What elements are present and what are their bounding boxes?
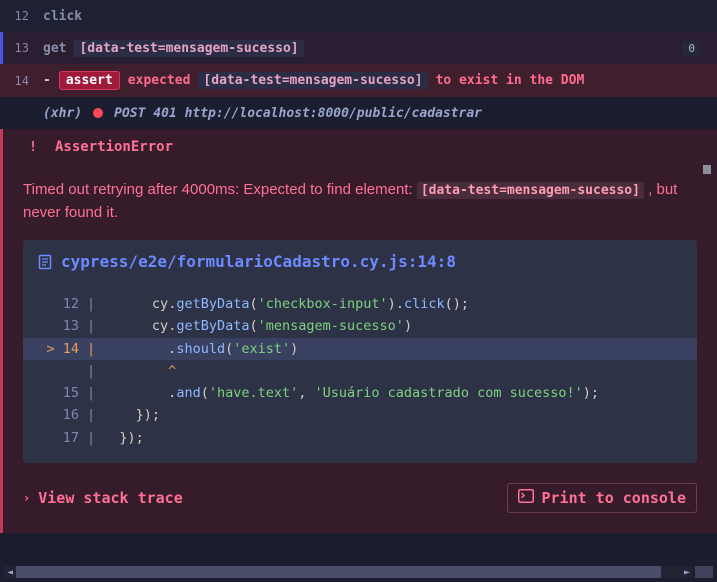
code-line-number: > 14 (37, 338, 85, 360)
selector-pill: [data-test=mensagem-sucesso] (74, 40, 303, 57)
code-line-number: 17 (37, 427, 85, 449)
code-line-number: 15 (37, 382, 85, 404)
code-row: 16| }); (37, 404, 683, 426)
code-line-content: .and('have.text', 'Usuário cadastrado co… (103, 382, 599, 404)
code-line-content: cy.getByData('checkbox-input').click(); (103, 293, 469, 315)
line-number: 13 (3, 41, 43, 55)
code-row: 13| cy.getByData('mensagem-sucesso') (37, 315, 683, 337)
code-line-content: cy.getByData('mensagem-sucesso') (103, 315, 412, 337)
file-path: cypress/e2e/formularioCadastro.cy.js:14:… (61, 252, 456, 271)
error-message: Timed out retrying after 4000ms: Expecte… (23, 179, 697, 224)
log-line-assert[interactable]: 14 - assert expected [data-test=mensagem… (0, 64, 717, 97)
scrollbar-top-indicator[interactable] (703, 165, 711, 174)
code-line-content: }); (103, 404, 160, 426)
log-line-xhr[interactable]: (xhr) POST 401 http://localhost:8000/pub… (0, 97, 717, 129)
code-line-content: ^ (103, 360, 176, 382)
code-line-number (37, 360, 85, 382)
error-actions: › View stack trace Print to console (23, 483, 697, 513)
log-line-click[interactable]: 12 click (0, 0, 717, 32)
code-line-content: }); (103, 427, 144, 449)
code-line-number: 13 (37, 315, 85, 337)
result-count-badge: 0 (682, 41, 701, 56)
dash: - (43, 73, 51, 88)
terminal-icon (518, 489, 534, 507)
code-line-number: 16 (37, 404, 85, 426)
code-body: 12| cy.getByData('checkbox-input').click… (23, 283, 697, 463)
assertion-tail: to exist in the DOM (436, 73, 585, 88)
gutter-pipe: | (85, 382, 103, 404)
file-icon (37, 254, 53, 270)
selector-pill: [data-test=mensagem-sucesso] (198, 72, 427, 89)
print-to-console-button[interactable]: Print to console (507, 483, 698, 513)
expected-label: expected (128, 73, 191, 88)
scroll-right-icon[interactable]: ► (681, 567, 693, 578)
gutter-pipe: | (85, 360, 103, 382)
xhr-label: (xhr) (43, 106, 82, 121)
scroll-thumb[interactable] (16, 566, 661, 578)
code-line-number: 12 (37, 293, 85, 315)
gutter-pipe: | (85, 293, 103, 315)
scroll-track[interactable] (16, 566, 681, 578)
code-row: > 14| .should('exist') (23, 338, 697, 360)
command-name: click (43, 9, 82, 24)
code-frame-panel: cypress/e2e/formularioCadastro.cy.js:14:… (23, 240, 697, 463)
gutter-pipe: | (85, 427, 103, 449)
code-frame-file-link[interactable]: cypress/e2e/formularioCadastro.cy.js:14:… (23, 240, 697, 283)
gutter-pipe: | (85, 315, 103, 337)
gutter-pipe: | (85, 404, 103, 426)
code-line-content: .should('exist') (103, 338, 298, 360)
error-icon: ! (15, 140, 55, 155)
code-row: | ^ (37, 360, 683, 382)
error-msg-selector: [data-test=mensagem-sucesso] (417, 182, 644, 199)
chevron-right-icon: › (23, 491, 30, 505)
print-console-label: Print to console (542, 489, 687, 507)
error-header[interactable]: ! AssertionError (0, 129, 717, 165)
line-number: 12 (3, 9, 43, 23)
assert-badge: assert (59, 71, 120, 90)
gutter-pipe: | (85, 338, 103, 360)
xhr-text: POST 401 http://localhost:8000/public/ca… (114, 106, 482, 121)
error-title: AssertionError (55, 139, 173, 155)
scroll-left-icon[interactable]: ◄ (4, 567, 16, 578)
horizontal-scrollbar[interactable]: ◄ ► (4, 566, 693, 578)
code-row: 17| }); (37, 427, 683, 449)
view-stack-label: View stack trace (38, 489, 183, 507)
command-name: get (43, 41, 66, 56)
error-body: Timed out retrying after 4000ms: Expecte… (0, 165, 717, 533)
code-row: 15| .and('have.text', 'Usuário cadastrad… (37, 382, 683, 404)
error-msg-prefix: Timed out retrying after 4000ms: Expecte… (23, 181, 417, 198)
scroll-corner (695, 566, 713, 578)
view-stack-trace-button[interactable]: › View stack trace (23, 489, 183, 507)
log-line-get[interactable]: 13 get [data-test=mensagem-sucesso] 0 (0, 32, 717, 64)
code-row: 12| cy.getByData('checkbox-input').click… (37, 293, 683, 315)
status-dot-icon (93, 108, 103, 118)
line-number: 14 (3, 74, 43, 88)
